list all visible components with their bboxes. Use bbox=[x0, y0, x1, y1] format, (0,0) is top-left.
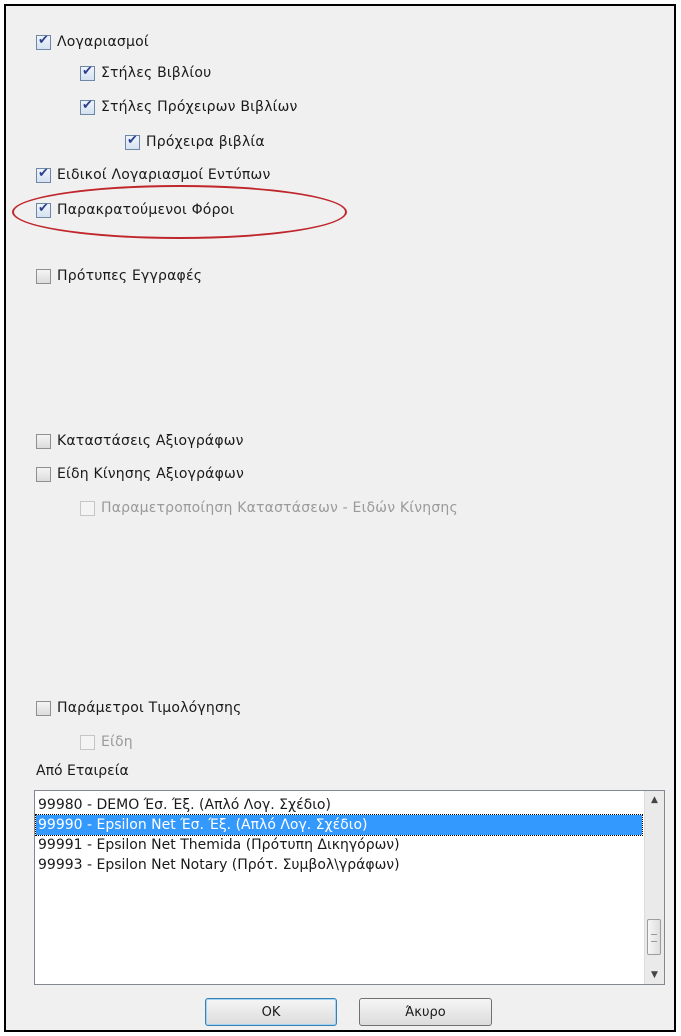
list-item[interactable]: 99990 - Epsilon Net Έσ. Έξ. (Απλό Λογ. Σ… bbox=[35, 814, 643, 836]
option-status-movement-parameterization[interactable]: Παραμετροποίηση Καταστάσεων - Ειδών Κίνη… bbox=[80, 497, 458, 519]
option-draft-book-columns[interactable]: Στήλες Πρόχειρων Βιβλίων bbox=[80, 96, 298, 118]
company-section-label: Από Εταιρεία bbox=[36, 763, 129, 779]
checkbox-icon[interactable] bbox=[36, 268, 51, 284]
vertical-scrollbar[interactable]: ▲ ▼ bbox=[644, 791, 664, 984]
cancel-button[interactable]: Άκυρο bbox=[359, 998, 492, 1026]
checkbox-icon[interactable] bbox=[80, 98, 95, 115]
scroll-down-icon[interactable]: ▼ bbox=[645, 966, 664, 984]
option-label: Παραμετροποίηση Καταστάσεων - Ειδών Κίνη… bbox=[101, 500, 458, 516]
checkbox-icon[interactable] bbox=[80, 734, 95, 750]
list-item[interactable]: 99980 - DEMO Έσ. Έξ. (Απλό Λογ. Σχέδιο) bbox=[36, 795, 642, 815]
grip-icon bbox=[651, 934, 657, 942]
option-label: Λογαριασμοί bbox=[57, 34, 149, 50]
option-label: Ειδικοί Λογαριασμοί Εντύπων bbox=[57, 167, 271, 183]
list-item[interactable]: 99991 - Epsilon Net Themida (Πρότυπη Δικ… bbox=[36, 835, 642, 855]
checkbox-icon[interactable] bbox=[36, 33, 51, 50]
ok-button[interactable]: OK bbox=[205, 998, 337, 1026]
checkbox-icon[interactable] bbox=[36, 166, 51, 183]
option-securities-statuses[interactable]: Καταστάσεις Αξιογράφων bbox=[36, 430, 244, 452]
option-label: Είδη bbox=[101, 734, 133, 750]
company-listbox[interactable]: 99980 - DEMO Έσ. Έξ. (Απλό Λογ. Σχέδιο) … bbox=[34, 790, 665, 985]
option-label: Πρότυπες Εγγραφές bbox=[57, 268, 203, 284]
option-template-entries[interactable]: Πρότυπες Εγγραφές bbox=[36, 265, 202, 287]
option-special-form-accounts[interactable]: Ειδικοί Λογαριασμοί Εντύπων bbox=[36, 164, 271, 186]
checkbox-icon[interactable] bbox=[36, 700, 51, 716]
checkbox-icon[interactable] bbox=[36, 201, 51, 218]
option-label: Καταστάσεις Αξιογράφων bbox=[57, 433, 244, 449]
scroll-thumb[interactable] bbox=[647, 919, 661, 955]
scroll-up-icon[interactable]: ▲ bbox=[645, 791, 664, 809]
checkbox-icon[interactable] bbox=[36, 466, 51, 482]
option-label: Στήλες Βιβλίου bbox=[101, 65, 212, 81]
checkbox-icon[interactable] bbox=[80, 64, 95, 81]
checkbox-icon[interactable] bbox=[36, 433, 51, 449]
option-items[interactable]: Είδη bbox=[80, 731, 133, 753]
option-book-columns[interactable]: Στήλες Βιβλίου bbox=[80, 62, 211, 84]
checkbox-icon[interactable] bbox=[80, 500, 95, 516]
list-item[interactable]: 99993 - Epsilon Net Notary (Πρότ. Συμβολ… bbox=[36, 855, 642, 875]
option-label: Παράμετροι Τιμολόγησης bbox=[57, 700, 242, 716]
option-invoicing-parameters[interactable]: Παράμετροι Τιμολόγησης bbox=[36, 697, 242, 719]
option-label: Στήλες Πρόχειρων Βιβλίων bbox=[101, 99, 298, 115]
checkbox-icon[interactable] bbox=[125, 133, 140, 150]
option-accounts[interactable]: Λογαριασμοί bbox=[36, 31, 149, 53]
option-label: Παρακρατούμενοι Φόροι bbox=[57, 202, 235, 218]
option-label: Πρόχειρα βιβλία bbox=[146, 134, 265, 150]
option-securities-movement-types[interactable]: Είδη Κίνησης Αξιογράφων bbox=[36, 463, 244, 485]
option-withholding-taxes[interactable]: Παρακρατούμενοι Φόροι bbox=[36, 199, 234, 221]
option-label: Είδη Κίνησης Αξιογράφων bbox=[57, 466, 244, 482]
option-draft-books[interactable]: Πρόχειρα βιβλία bbox=[125, 131, 265, 153]
